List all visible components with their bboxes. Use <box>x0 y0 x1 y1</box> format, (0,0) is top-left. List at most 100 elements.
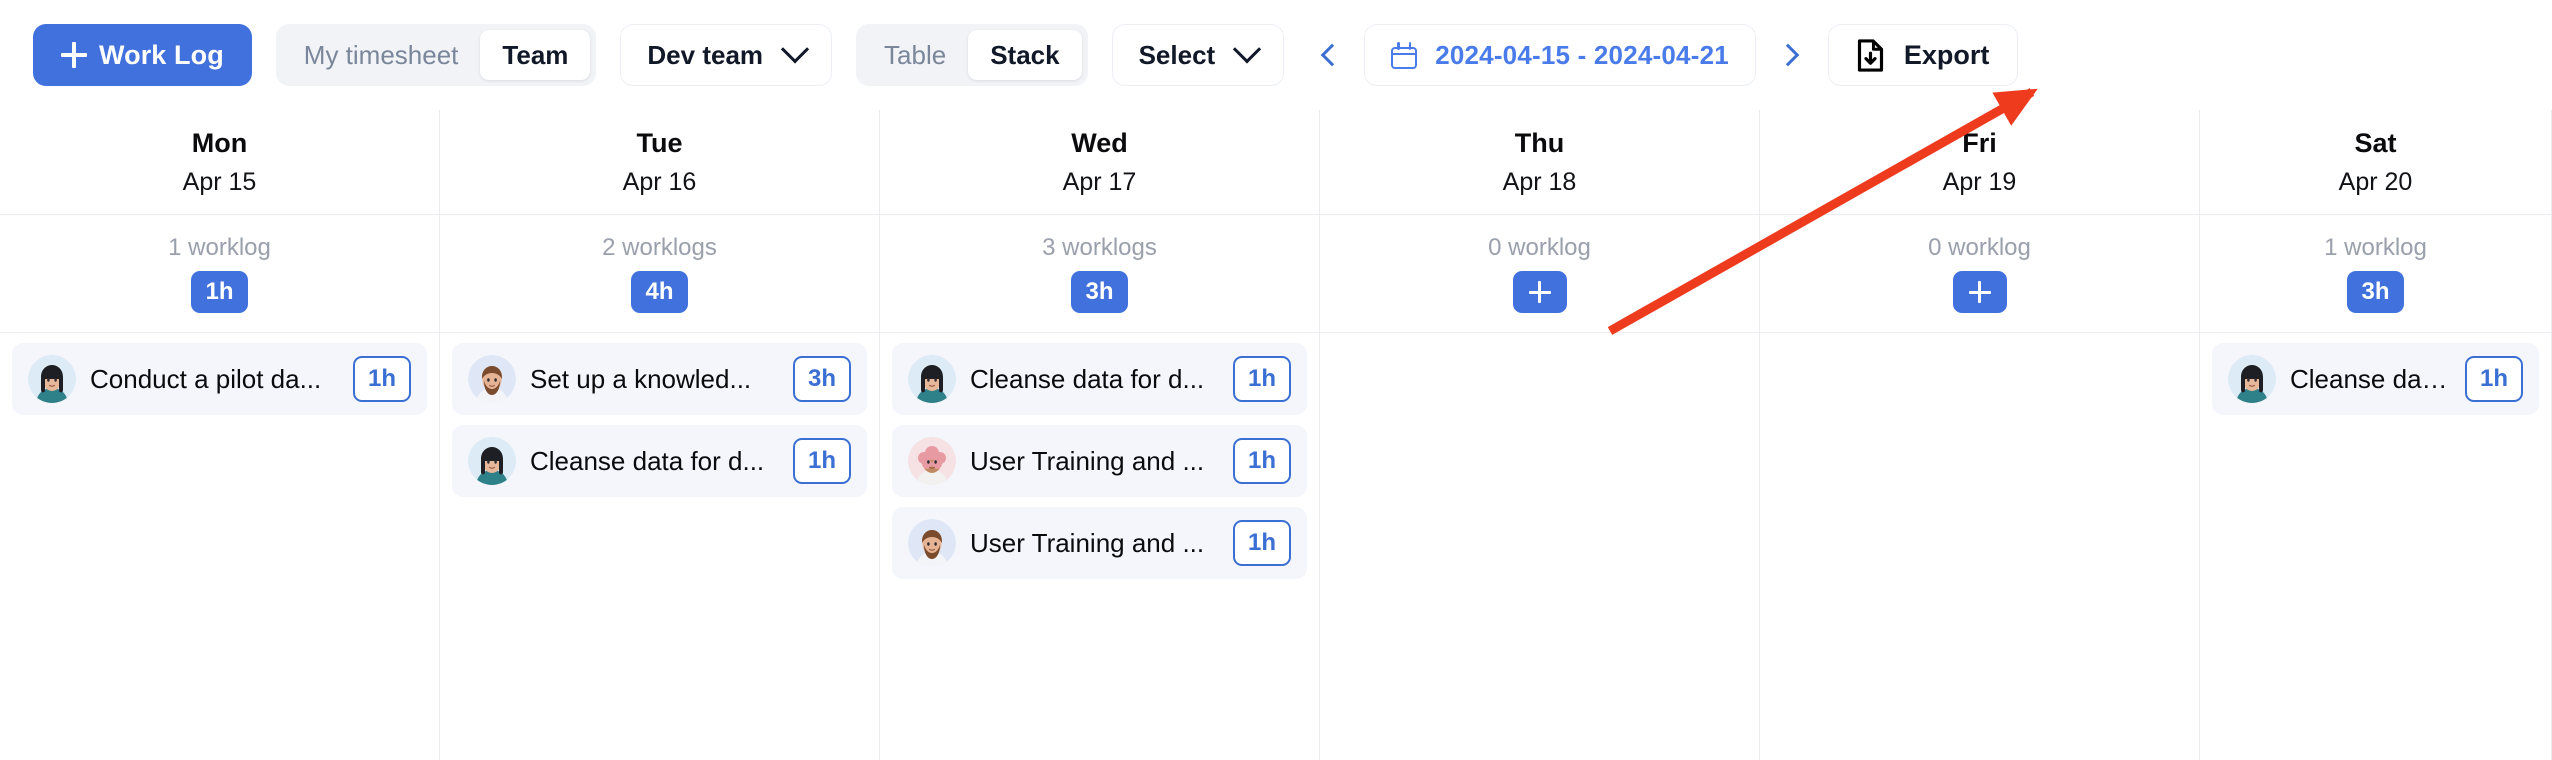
worklog-list <box>1760 333 2199 343</box>
date-range-label: 2024-04-15 - 2024-04-21 <box>1435 39 1729 70</box>
select-dropdown[interactable]: Select <box>1111 24 1285 86</box>
day-of-week: Wed <box>1071 127 1128 158</box>
worklog-card[interactable]: Cleanse data for ... 1h <box>2212 343 2539 415</box>
worklog-duration-badge[interactable]: 1h <box>1233 356 1291 402</box>
add-worklog-button[interactable] <box>1512 271 1567 313</box>
worklog-title: Set up a knowled... <box>530 363 752 394</box>
avatar <box>908 437 956 485</box>
add-work-log-button[interactable]: Work Log <box>33 24 252 86</box>
worklog-count: 2 worklogs <box>602 234 717 261</box>
day-column-fri: Fri Apr 19 0 worklog <box>1760 110 2200 760</box>
worklog-count: 0 worklog <box>1928 234 2031 261</box>
day-date: Apr 18 <box>1502 167 1577 196</box>
avatar <box>2228 355 2276 403</box>
worklog-list: Cleanse data for d... 1h User Training a… <box>880 333 1319 579</box>
worklog-title: Cleanse data for ... <box>2290 363 2451 394</box>
day-header: Thu Apr 18 <box>1320 110 1759 215</box>
day-total-badge[interactable]: 3h <box>2347 271 2404 313</box>
avatar <box>468 437 516 485</box>
day-column-sat: Sat Apr 20 1 worklog 3h Cleanse data for… <box>2200 110 2552 760</box>
segment-team[interactable]: Team <box>480 30 591 80</box>
day-total-badge[interactable]: 1h <box>191 271 248 313</box>
day-of-week: Mon <box>191 127 248 158</box>
day-total-badge[interactable]: 4h <box>631 271 688 313</box>
day-total-badge[interactable]: 3h <box>1071 271 1128 313</box>
plus-icon <box>61 42 87 68</box>
worklog-title: User Training and ... <box>970 527 1205 558</box>
day-summary: 1 worklog 1h <box>0 215 439 333</box>
day-of-week: Tue <box>636 127 683 158</box>
worklog-card[interactable]: Cleanse data for d... 1h <box>892 343 1307 415</box>
worklog-duration-badge[interactable]: 1h <box>793 438 851 484</box>
worklog-card[interactable]: Conduct a pilot da... 1h <box>12 343 427 415</box>
worklog-card[interactable]: Cleanse data for d... 1h <box>452 425 867 497</box>
avatar <box>908 355 956 403</box>
chevron-down-icon <box>780 35 810 64</box>
export-button[interactable]: Export <box>1827 24 2019 86</box>
avatar <box>908 519 956 567</box>
timesheet-scope-segmented-control: My timesheet Team <box>275 24 597 86</box>
worklog-count: 1 worklog <box>2324 234 2427 261</box>
worklog-duration-badge[interactable]: 1h <box>2465 356 2523 402</box>
day-column-wed: Wed Apr 17 3 worklogs 3h Cleanse data fo… <box>880 110 1320 760</box>
chevron-right-icon <box>1776 43 1800 67</box>
day-of-week: Sat <box>2354 127 2397 158</box>
worklog-list: Cleanse data for ... 1h <box>2200 333 2551 415</box>
day-of-week: Fri <box>1962 127 1997 158</box>
day-header: Sat Apr 20 <box>2200 110 2551 215</box>
worklog-list <box>1320 333 1759 343</box>
segment-stack[interactable]: Stack <box>968 30 1082 80</box>
add-worklog-button[interactable] <box>1952 271 2007 313</box>
day-date: Apr 15 <box>182 167 257 196</box>
worklog-duration-badge[interactable]: 1h <box>353 356 411 402</box>
next-week-button[interactable] <box>1764 27 1812 83</box>
day-date: Apr 17 <box>1062 167 1137 196</box>
day-column-tue: Tue Apr 16 2 worklogs 4h Set up a knowle… <box>440 110 880 760</box>
export-label: Export <box>1903 39 1990 70</box>
toolbar: Work Log My timesheet Team Dev team Tabl… <box>0 0 2552 110</box>
worklog-title: Cleanse data for d... <box>530 445 765 476</box>
day-header: Tue Apr 16 <box>440 110 879 215</box>
date-range-picker[interactable]: 2024-04-15 - 2024-04-21 <box>1364 24 1756 86</box>
worklog-card[interactable]: User Training and ... 1h <box>892 507 1307 579</box>
day-header: Wed Apr 17 <box>880 110 1319 215</box>
avatar <box>468 355 516 403</box>
worklog-title: User Training and ... <box>970 445 1205 476</box>
worklog-duration-badge[interactable]: 3h <box>793 356 851 402</box>
worklog-list: Conduct a pilot da... 1h <box>0 333 439 415</box>
worklog-count: 1 worklog <box>168 234 271 261</box>
worklog-title: Conduct a pilot da... <box>90 363 322 394</box>
segment-my-timesheet[interactable]: My timesheet <box>282 30 481 80</box>
day-summary: 1 worklog 3h <box>2200 215 2551 333</box>
day-date: Apr 20 <box>2338 167 2413 196</box>
day-header: Fri Apr 19 <box>1760 110 2199 215</box>
worklog-count: 0 worklog <box>1488 234 1591 261</box>
segment-table[interactable]: Table <box>862 30 968 80</box>
day-header: Mon Apr 15 <box>0 110 439 215</box>
date-navigation: 2024-04-15 - 2024-04-21 <box>1308 24 1812 86</box>
day-summary: 3 worklogs 3h <box>880 215 1319 333</box>
worklog-title: Cleanse data for d... <box>970 363 1205 394</box>
day-column-thu: Thu Apr 18 0 worklog <box>1320 110 1760 760</box>
add-work-log-label: Work Log <box>99 39 224 70</box>
avatar <box>28 355 76 403</box>
worklog-card[interactable]: Set up a knowled... 3h <box>452 343 867 415</box>
day-date: Apr 16 <box>622 167 697 196</box>
timesheet-page: Work Log My timesheet Team Dev team Tabl… <box>0 0 2552 760</box>
day-date: Apr 19 <box>1942 167 2017 196</box>
chevron-down-icon <box>1233 35 1262 64</box>
day-summary: 2 worklogs 4h <box>440 215 879 333</box>
day-summary: 0 worklog <box>1760 215 2199 333</box>
day-summary: 0 worklog <box>1320 215 1759 333</box>
previous-week-button[interactable] <box>1308 27 1356 83</box>
team-select-dropdown[interactable]: Dev team <box>620 24 833 86</box>
worklog-duration-badge[interactable]: 1h <box>1233 520 1291 566</box>
day-column-mon: Mon Apr 15 1 worklog 1h Conduct a pilot … <box>0 110 440 760</box>
file-download-icon <box>1857 38 1883 72</box>
worklog-card[interactable]: User Training and ... 1h <box>892 425 1307 497</box>
worklog-count: 3 worklogs <box>1042 234 1157 261</box>
worklog-list: Set up a knowled... 3h Cleanse data for … <box>440 333 879 497</box>
select-dropdown-value: Select <box>1138 39 1216 70</box>
worklog-duration-badge[interactable]: 1h <box>1233 438 1291 484</box>
team-select-value: Dev team <box>647 39 764 70</box>
